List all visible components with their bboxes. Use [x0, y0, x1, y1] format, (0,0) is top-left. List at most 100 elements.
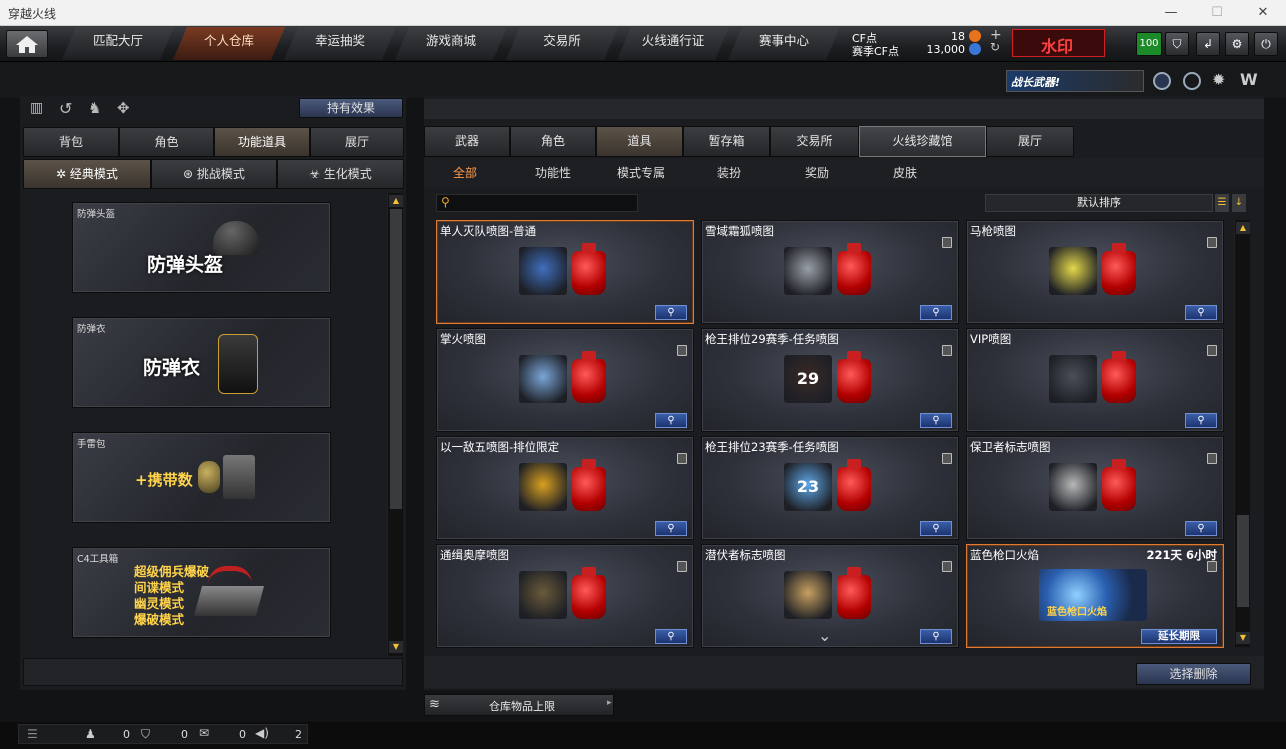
left-tab-hall[interactable]: 展厅 — [310, 127, 404, 157]
item-card[interactable]: VIP喷图 ⚲ — [966, 328, 1224, 432]
volume-icon[interactable]: ◀) — [255, 726, 269, 740]
search-box[interactable]: ⚲ — [436, 194, 638, 212]
magnify-button[interactable]: ⚲ — [1185, 305, 1217, 320]
scroll-up-icon[interactable]: ▲ — [1236, 222, 1250, 234]
magnify-button[interactable]: ⚲ — [655, 521, 687, 536]
return-icon[interactable]: ↲ — [1196, 32, 1220, 56]
chevron-down-icon[interactable]: ⌄ — [818, 626, 831, 645]
item-number-label: 23 — [796, 477, 820, 496]
list-view-icon[interactable]: ☰ — [1215, 194, 1229, 212]
rtab-collection[interactable]: 火线珍藏馆 — [859, 126, 986, 157]
grenade-icon[interactable]: ✹ — [1212, 70, 1225, 89]
rtab-storage[interactable]: 暂存箱 — [683, 126, 770, 157]
item-spray-image — [519, 463, 567, 511]
stats-icon[interactable]: ▥ — [30, 100, 43, 116]
magnify-button[interactable]: ⚲ — [655, 305, 687, 320]
item-card[interactable]: 枪王排位23赛季-任务喷图 23 ⚲ — [701, 436, 959, 540]
search-input[interactable] — [457, 196, 633, 210]
nav-tab-match[interactable]: 匹配大厅 — [62, 27, 174, 60]
subtab-mode[interactable]: 模式专属 — [606, 160, 676, 186]
shield-icon[interactable]: ⛉ — [1165, 32, 1189, 56]
nav-tab-events[interactable]: 赛事中心 — [728, 27, 840, 60]
right-scrollbar[interactable]: ▲ ▼ — [1234, 220, 1250, 647]
scroll-down-icon[interactable]: ▼ — [1236, 632, 1250, 644]
gear-icon[interactable]: ⚙ — [1225, 32, 1249, 56]
rtab-exchange[interactable]: 交易所 — [770, 126, 859, 157]
extend-button[interactable]: 延长期限 — [1141, 629, 1217, 644]
home-button[interactable] — [6, 30, 48, 58]
target-icon[interactable] — [1183, 72, 1201, 90]
magnify-button[interactable]: ⚲ — [920, 629, 952, 644]
sort-dropdown[interactable]: 默认排序 — [985, 194, 1213, 212]
nav-tab-lottery[interactable]: 幸运抽奖 — [284, 27, 396, 60]
refresh-icon[interactable]: ↻ — [990, 40, 1000, 54]
magnify-button[interactable]: ⚲ — [920, 413, 952, 428]
magnify-button[interactable]: ⚲ — [655, 413, 687, 428]
season-cf-value: 13,000 — [926, 43, 966, 56]
nav-tab-shop[interactable]: 游戏商城 — [395, 27, 507, 60]
volume-level: 2 — [295, 728, 302, 741]
scroll-down-icon[interactable]: ▼ — [389, 641, 403, 653]
subtab-all[interactable]: 全部 — [430, 160, 500, 186]
weapon-banner[interactable]: 战长武器! — [1006, 70, 1144, 92]
item-card[interactable]: 马枪喷图 ⚲ — [966, 220, 1224, 324]
mode-biochem[interactable]: ☣ 生化模式 — [277, 159, 404, 189]
rtab-roles[interactable]: 角色 — [510, 126, 596, 157]
grenade-pack-icon — [223, 455, 255, 499]
search-icon: ⚲ — [441, 195, 450, 209]
item-card[interactable]: 蓝色枪口火焰 221天 6小时 蓝色枪口火焰 延长期限 — [966, 544, 1224, 648]
item-card[interactable]: 通缉奥摩喷图 ⚲ — [436, 544, 694, 648]
mode-classic[interactable]: ✲ 经典模式 — [23, 159, 151, 189]
item-card[interactable]: 保卫者标志喷图 ⚲ — [966, 436, 1224, 540]
badge-icon[interactable] — [1153, 72, 1171, 90]
scroll-thumb[interactable] — [1237, 515, 1249, 607]
magnify-button[interactable]: ⚲ — [1185, 521, 1217, 536]
effect-button[interactable]: 持有效果 — [299, 98, 403, 118]
left-tab-items[interactable]: 功能道具 — [214, 127, 310, 157]
magnify-button[interactable]: ⚲ — [655, 629, 687, 644]
vest-card[interactable]: 防弹衣 防弹衣 — [72, 317, 331, 408]
bag-icon[interactable]: ✥ — [117, 99, 130, 117]
logo-icon[interactable]: W — [1240, 70, 1258, 89]
sort-direction-icon[interactable]: ↓ — [1232, 194, 1246, 212]
rtab-items[interactable]: 道具 — [596, 126, 683, 157]
nav-tab-warehouse[interactable]: 个人仓库 — [173, 27, 285, 60]
item-card[interactable]: 雪域霜狐喷图 ⚲ — [701, 220, 959, 324]
scroll-up-icon[interactable]: ▲ — [389, 195, 403, 207]
item-card[interactable]: 掌火喷图 ⚲ — [436, 328, 694, 432]
chat-icon[interactable]: ✉ — [199, 726, 209, 740]
item-card[interactable]: 以一敌五喷图-排位限定 ⚲ — [436, 436, 694, 540]
delete-selected-button[interactable]: 选择删除 — [1136, 663, 1251, 685]
nav-tab-pass[interactable]: 火线通行证 — [617, 27, 729, 60]
subtab-skin[interactable]: 皮肤 — [870, 160, 940, 186]
left-scrollbar[interactable]: ▲ ▼ — [387, 193, 403, 656]
person-icon[interactable]: ♞ — [88, 99, 101, 117]
helmet-card[interactable]: 防弹头盔 防弹头盔 — [72, 202, 331, 293]
maximize-button[interactable]: ☐ — [1194, 0, 1240, 26]
menu-icon[interactable]: ☰ — [27, 727, 38, 741]
shield-status-icon[interactable]: ⛉ — [141, 727, 150, 742]
c4-card[interactable]: C4工具箱 超级佣兵爆破 间谍模式 幽灵模式 爆破模式 — [72, 547, 331, 638]
item-card[interactable]: 单人灭队喷图-普通 ⚲ — [436, 220, 694, 324]
power-icon[interactable]: ⏻ — [1254, 32, 1278, 56]
history-icon[interactable]: ↺ — [59, 99, 72, 118]
item-card[interactable]: 枪王排位29赛季-任务喷图 29 ⚲ — [701, 328, 959, 432]
rtab-weapons[interactable]: 武器 — [424, 126, 510, 157]
left-tab-bag[interactable]: 背包 — [23, 127, 119, 157]
minimize-button[interactable]: — — [1148, 0, 1194, 26]
left-tab-role[interactable]: 角色 — [119, 127, 214, 157]
grenade-card[interactable]: 手雷包 +携带数 — [72, 432, 331, 523]
storage-limit-bar[interactable]: ≋ 仓库物品上限 ▸ — [424, 694, 614, 716]
mode-challenge[interactable]: ⊛ 挑战模式 — [151, 159, 277, 189]
magnify-button[interactable]: ⚲ — [1185, 413, 1217, 428]
rtab-hall[interactable]: 展厅 — [986, 126, 1074, 157]
scroll-thumb[interactable] — [390, 209, 402, 509]
magnify-button[interactable]: ⚲ — [920, 521, 952, 536]
magnify-button[interactable]: ⚲ — [920, 305, 952, 320]
subtab-dress[interactable]: 装扮 — [694, 160, 764, 186]
subtab-functional[interactable]: 功能性 — [518, 160, 588, 186]
friends-icon[interactable]: ♟ — [85, 727, 96, 741]
nav-tab-exchange[interactable]: 交易所 — [506, 27, 618, 60]
close-button[interactable]: ✕ — [1240, 0, 1286, 26]
subtab-reward[interactable]: 奖励 — [782, 160, 852, 186]
